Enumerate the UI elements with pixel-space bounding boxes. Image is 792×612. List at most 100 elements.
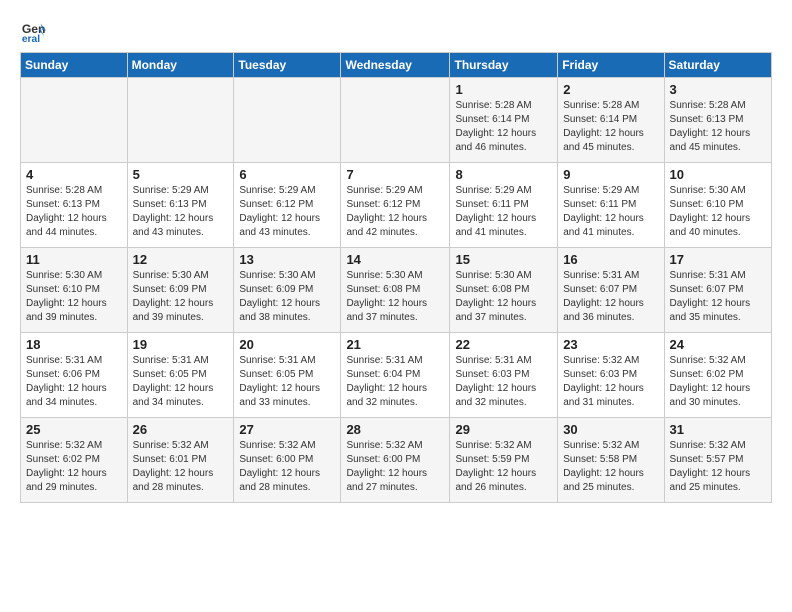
day-info: Sunrise: 5:31 AM Sunset: 6:07 PM Dayligh…: [670, 269, 766, 325]
day-info: Sunrise: 5:31 AM Sunset: 6:05 PM Dayligh…: [239, 354, 335, 410]
day-number: 19: [133, 337, 229, 352]
calendar-cell: [234, 78, 341, 163]
calendar-cell: 31Sunrise: 5:32 AM Sunset: 5:57 PM Dayli…: [664, 418, 771, 503]
calendar-week-row: 1 Sunrise: 5:28 AM Sunset: 6:14 PM Daylig…: [21, 78, 772, 163]
day-info: Sunrise: 5:32 AM Sunset: 6:03 PM Dayligh…: [563, 354, 658, 410]
calendar-cell: 8Sunrise: 5:29 AM Sunset: 6:11 PM Daylig…: [450, 163, 558, 248]
day-info: Sunrise: 5:29 AM Sunset: 6:12 PM Dayligh…: [239, 184, 335, 240]
calendar-cell: 21Sunrise: 5:31 AM Sunset: 6:04 PM Dayli…: [341, 333, 450, 418]
logo: Gen eral: [20, 16, 52, 44]
day-number: 6: [239, 167, 335, 182]
day-number: 13: [239, 252, 335, 267]
day-number: 23: [563, 337, 658, 352]
calendar-week-row: 25 Sunrise: 5:32 AM Sunset: 6:02 PM Dayli…: [21, 418, 772, 503]
day-info: Sunrise: 5:30 AM Sunset: 6:10 PM Dayligh…: [26, 269, 122, 325]
day-number: 12: [133, 252, 229, 267]
weekday-header: Sunday: [21, 53, 128, 78]
calendar-cell: 9 Sunrise: 5:29 AM Sunset: 6:11 PM Daylig…: [558, 163, 664, 248]
calendar-cell: [21, 78, 128, 163]
calendar-cell: 30 Sunrise: 5:32 AM Sunset: 5:58 PM Dayli…: [558, 418, 664, 503]
day-info: Sunrise: 5:29 AM Sunset: 6:12 PM Dayligh…: [346, 184, 444, 240]
day-info: Sunrise: 5:32 AM Sunset: 6:00 PM Dayligh…: [346, 439, 444, 495]
day-info: Sunrise: 5:32 AM Sunset: 6:02 PM Dayligh…: [26, 439, 122, 495]
calendar-table: SundayMondayTuesdayWednesdayThursdayFrid…: [20, 52, 772, 503]
calendar-cell: 15 Sunrise: 5:30 AM Sunset: 6:08 PM Dayli…: [450, 248, 558, 333]
calendar-cell: 26 Sunrise: 5:32 AM Sunset: 6:01 PM Dayli…: [127, 418, 234, 503]
calendar-cell: 6 Sunrise: 5:29 AM Sunset: 6:12 PM Daylig…: [234, 163, 341, 248]
day-info: Sunrise: 5:32 AM Sunset: 5:57 PM Dayligh…: [670, 439, 766, 495]
day-number: 8: [455, 167, 552, 182]
calendar-cell: [127, 78, 234, 163]
weekday-header: Tuesday: [234, 53, 341, 78]
day-number: 26: [133, 422, 229, 437]
calendar-week-row: 18 Sunrise: 5:31 AM Sunset: 6:06 PM Dayli…: [21, 333, 772, 418]
day-info: Sunrise: 5:28 AM Sunset: 6:13 PM Dayligh…: [26, 184, 122, 240]
calendar-cell: 1 Sunrise: 5:28 AM Sunset: 6:14 PM Daylig…: [450, 78, 558, 163]
day-number: 25: [26, 422, 122, 437]
day-info: Sunrise: 5:32 AM Sunset: 6:01 PM Dayligh…: [133, 439, 229, 495]
day-info: Sunrise: 5:30 AM Sunset: 6:09 PM Dayligh…: [133, 269, 229, 325]
day-number: 21: [346, 337, 444, 352]
calendar-cell: 14 Sunrise: 5:30 AM Sunset: 6:08 PM Dayli…: [341, 248, 450, 333]
day-number: 1: [455, 82, 552, 97]
svg-text:eral: eral: [22, 34, 40, 44]
day-number: 24: [670, 337, 766, 352]
day-info: Sunrise: 5:28 AM Sunset: 6:14 PM Dayligh…: [455, 99, 552, 155]
day-number: 10: [670, 167, 766, 182]
day-number: 27: [239, 422, 335, 437]
calendar-cell: 12 Sunrise: 5:30 AM Sunset: 6:09 PM Dayli…: [127, 248, 234, 333]
day-info: Sunrise: 5:32 AM Sunset: 5:59 PM Dayligh…: [455, 439, 552, 495]
calendar-cell: 22 Sunrise: 5:31 AM Sunset: 6:03 PM Dayli…: [450, 333, 558, 418]
calendar-body: 1 Sunrise: 5:28 AM Sunset: 6:14 PM Daylig…: [21, 78, 772, 503]
day-info: Sunrise: 5:31 AM Sunset: 6:06 PM Dayligh…: [26, 354, 122, 410]
calendar-cell: 7 Sunrise: 5:29 AM Sunset: 6:12 PM Daylig…: [341, 163, 450, 248]
day-info: Sunrise: 5:32 AM Sunset: 6:02 PM Dayligh…: [670, 354, 766, 410]
calendar-cell: 20 Sunrise: 5:31 AM Sunset: 6:05 PM Dayli…: [234, 333, 341, 418]
day-info: Sunrise: 5:29 AM Sunset: 6:13 PM Dayligh…: [133, 184, 229, 240]
weekday-header: Monday: [127, 53, 234, 78]
calendar-cell: 13 Sunrise: 5:30 AM Sunset: 6:09 PM Dayli…: [234, 248, 341, 333]
day-number: 15: [455, 252, 552, 267]
calendar-cell: 10 Sunrise: 5:30 AM Sunset: 6:10 PM Dayli…: [664, 163, 771, 248]
day-number: 22: [455, 337, 552, 352]
day-info: Sunrise: 5:31 AM Sunset: 6:07 PM Dayligh…: [563, 269, 658, 325]
day-info: Sunrise: 5:31 AM Sunset: 6:03 PM Dayligh…: [455, 354, 552, 410]
calendar-cell: 2 Sunrise: 5:28 AM Sunset: 6:14 PM Daylig…: [558, 78, 664, 163]
calendar-cell: 4Sunrise: 5:28 AM Sunset: 6:13 PM Daylig…: [21, 163, 128, 248]
day-number: 9: [563, 167, 658, 182]
calendar-cell: 3Sunrise: 5:28 AM Sunset: 6:13 PM Daylig…: [664, 78, 771, 163]
day-number: 30: [563, 422, 658, 437]
day-number: 29: [455, 422, 552, 437]
calendar-cell: 18 Sunrise: 5:31 AM Sunset: 6:06 PM Dayli…: [21, 333, 128, 418]
day-number: 18: [26, 337, 122, 352]
calendar-week-row: 4Sunrise: 5:28 AM Sunset: 6:13 PM Daylig…: [21, 163, 772, 248]
day-number: 5: [133, 167, 229, 182]
calendar-cell: 19 Sunrise: 5:31 AM Sunset: 6:05 PM Dayli…: [127, 333, 234, 418]
day-info: Sunrise: 5:30 AM Sunset: 6:08 PM Dayligh…: [455, 269, 552, 325]
page-header: Gen eral: [20, 16, 772, 44]
weekday-header: Friday: [558, 53, 664, 78]
day-number: 20: [239, 337, 335, 352]
weekday-header: Wednesday: [341, 53, 450, 78]
day-info: Sunrise: 5:30 AM Sunset: 6:10 PM Dayligh…: [670, 184, 766, 240]
day-number: 17: [670, 252, 766, 267]
calendar-cell: 11 Sunrise: 5:30 AM Sunset: 6:10 PM Dayli…: [21, 248, 128, 333]
day-info: Sunrise: 5:32 AM Sunset: 5:58 PM Dayligh…: [563, 439, 658, 495]
day-info: Sunrise: 5:29 AM Sunset: 6:11 PM Dayligh…: [563, 184, 658, 240]
day-info: Sunrise: 5:28 AM Sunset: 6:14 PM Dayligh…: [563, 99, 658, 155]
day-number: 14: [346, 252, 444, 267]
calendar-cell: 28 Sunrise: 5:32 AM Sunset: 6:00 PM Dayli…: [341, 418, 450, 503]
day-info: Sunrise: 5:31 AM Sunset: 6:05 PM Dayligh…: [133, 354, 229, 410]
day-number: 16: [563, 252, 658, 267]
weekday-header: Saturday: [664, 53, 771, 78]
day-info: Sunrise: 5:30 AM Sunset: 6:08 PM Dayligh…: [346, 269, 444, 325]
day-number: 7: [346, 167, 444, 182]
day-number: 28: [346, 422, 444, 437]
calendar-cell: 23 Sunrise: 5:32 AM Sunset: 6:03 PM Dayli…: [558, 333, 664, 418]
day-number: 3: [670, 82, 766, 97]
day-info: Sunrise: 5:32 AM Sunset: 6:00 PM Dayligh…: [239, 439, 335, 495]
day-number: 2: [563, 82, 658, 97]
day-number: 11: [26, 252, 122, 267]
calendar-cell: 29 Sunrise: 5:32 AM Sunset: 5:59 PM Dayli…: [450, 418, 558, 503]
day-info: Sunrise: 5:30 AM Sunset: 6:09 PM Dayligh…: [239, 269, 335, 325]
